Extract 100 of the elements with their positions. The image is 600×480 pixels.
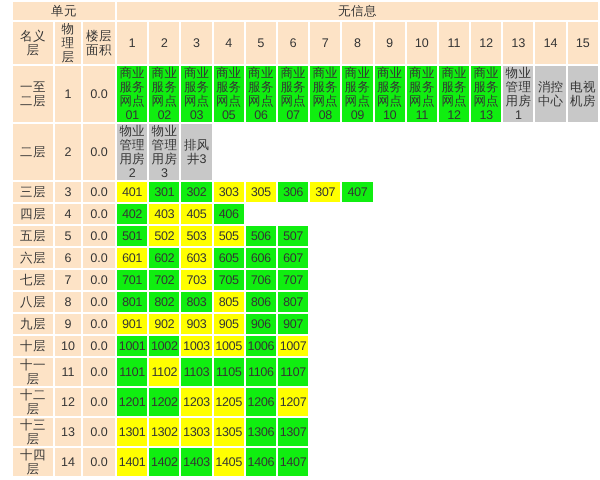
room-cell: 807: [278, 292, 308, 312]
room-cell: 1401: [117, 448, 148, 476]
room-cell: 506: [246, 226, 276, 246]
room-cell: 1001: [117, 336, 148, 356]
room-cell: 1406: [246, 448, 276, 476]
column-header: 9: [374, 22, 405, 64]
floor-area-cell: 0.0: [83, 248, 116, 268]
column-header: 1: [117, 22, 148, 64]
room-cell: 1103: [181, 358, 212, 386]
room-cell: 303: [214, 182, 244, 202]
floor-area-cell: 0.0: [83, 336, 116, 356]
room-cell: 1402: [149, 448, 180, 476]
room-cell: 1407: [278, 448, 308, 476]
room-cell: 商业服务网点12: [438, 66, 470, 122]
floor-area-cell: 0.0: [83, 226, 116, 246]
room-cell: 707: [278, 270, 308, 290]
room-cell: 1007: [278, 336, 308, 356]
room-cell: 305: [246, 182, 276, 202]
room-cell: 806: [246, 292, 276, 312]
room-cell: 503: [181, 226, 212, 246]
room-cell: 607: [278, 248, 308, 268]
room-cell: 1203: [181, 388, 212, 416]
floor-number-cell: 9: [55, 314, 81, 334]
floor-area-cell: 0.0: [83, 292, 116, 312]
column-header: 2: [149, 22, 180, 64]
room-cell: 1302: [149, 418, 180, 446]
room-cell: 605: [214, 248, 244, 268]
floor-name-cell: 一至二层: [13, 66, 53, 122]
column-header: 3: [181, 22, 212, 64]
room-cell: 602: [149, 248, 180, 268]
room-cell: 商业服务网点01: [117, 66, 148, 122]
room-cell: 903: [181, 314, 212, 334]
floor-name-cell: 十层: [13, 336, 53, 356]
room-cell: 606: [246, 248, 276, 268]
room-cell: 1301: [117, 418, 148, 446]
room-cell: 405: [181, 204, 212, 224]
floor-area-cell: 0.0: [83, 418, 116, 446]
room-cell: 1305: [214, 418, 244, 446]
room-cell: 商业服务网点03: [181, 66, 212, 122]
room-cell: 商业服务网点13: [471, 66, 502, 122]
column-header: 6: [278, 22, 308, 64]
room-cell: 物业管理用房2: [117, 124, 148, 180]
room-cell: 商业服务网点10: [374, 66, 405, 122]
floor-name-cell: 三层: [13, 182, 53, 202]
floor-name-cell: 十二层: [13, 388, 53, 416]
room-cell: 1101: [117, 358, 148, 386]
room-cell: 1403: [181, 448, 212, 476]
room-cell: 403: [149, 204, 180, 224]
floor-number-cell: 13: [55, 418, 81, 446]
room-cell: 805: [214, 292, 244, 312]
floor-name-cell: 十三层: [13, 418, 53, 446]
room-cell: 商业服务网点08: [310, 66, 340, 122]
column-header: 7: [310, 22, 340, 64]
room-cell: 501: [117, 226, 148, 246]
room-cell: 601: [117, 248, 148, 268]
room-cell: 1306: [246, 418, 276, 446]
room-cell: 407: [342, 182, 373, 202]
room-cell: 1202: [149, 388, 180, 416]
room-cell: 801: [117, 292, 148, 312]
room-cell: 701: [117, 270, 148, 290]
room-cell: 402: [117, 204, 148, 224]
floor-number-cell: 4: [55, 204, 81, 224]
column-header: 13: [503, 22, 534, 64]
header-cell: 无信息: [117, 2, 598, 20]
column-header: 14: [535, 22, 566, 64]
room-cell: 603: [181, 248, 212, 268]
column-header: 11: [438, 22, 470, 64]
room-cell: 307: [310, 182, 340, 202]
floor-name-cell: 四层: [13, 204, 53, 224]
room-cell: 1102: [149, 358, 180, 386]
column-header: 4: [214, 22, 244, 64]
floor-name-cell: 七层: [13, 270, 53, 290]
floor-area-cell: 0.0: [83, 314, 116, 334]
room-cell: 301: [149, 182, 180, 202]
floor-name-cell: 二层: [13, 124, 53, 180]
column-header: 名义层: [13, 22, 53, 64]
room-cell: 302: [181, 182, 212, 202]
room-cell: 703: [181, 270, 212, 290]
floor-number-cell: 12: [55, 388, 81, 416]
floor-number-cell: 7: [55, 270, 81, 290]
room-cell: 706: [246, 270, 276, 290]
column-header: 10: [406, 22, 437, 64]
floor-area-cell: 0.0: [83, 448, 116, 476]
room-cell: 排风井3: [181, 124, 212, 180]
room-cell: 507: [278, 226, 308, 246]
floor-area-cell: 0.0: [83, 388, 116, 416]
floor-number-cell: 3: [55, 182, 81, 202]
room-cell: 1006: [246, 336, 276, 356]
room-cell: 1105: [214, 358, 244, 386]
floor-number-cell: 10: [55, 336, 81, 356]
room-cell: 406: [214, 204, 244, 224]
column-header: 8: [342, 22, 373, 64]
floor-number-cell: 2: [55, 124, 81, 180]
room-cell: 901: [117, 314, 148, 334]
room-cell: 商业服务网点09: [342, 66, 373, 122]
room-cell: 705: [214, 270, 244, 290]
floor-name-cell: 十四层: [13, 448, 53, 476]
room-cell: 306: [278, 182, 308, 202]
floor-name-cell: 八层: [13, 292, 53, 312]
room-cell: 1405: [214, 448, 244, 476]
